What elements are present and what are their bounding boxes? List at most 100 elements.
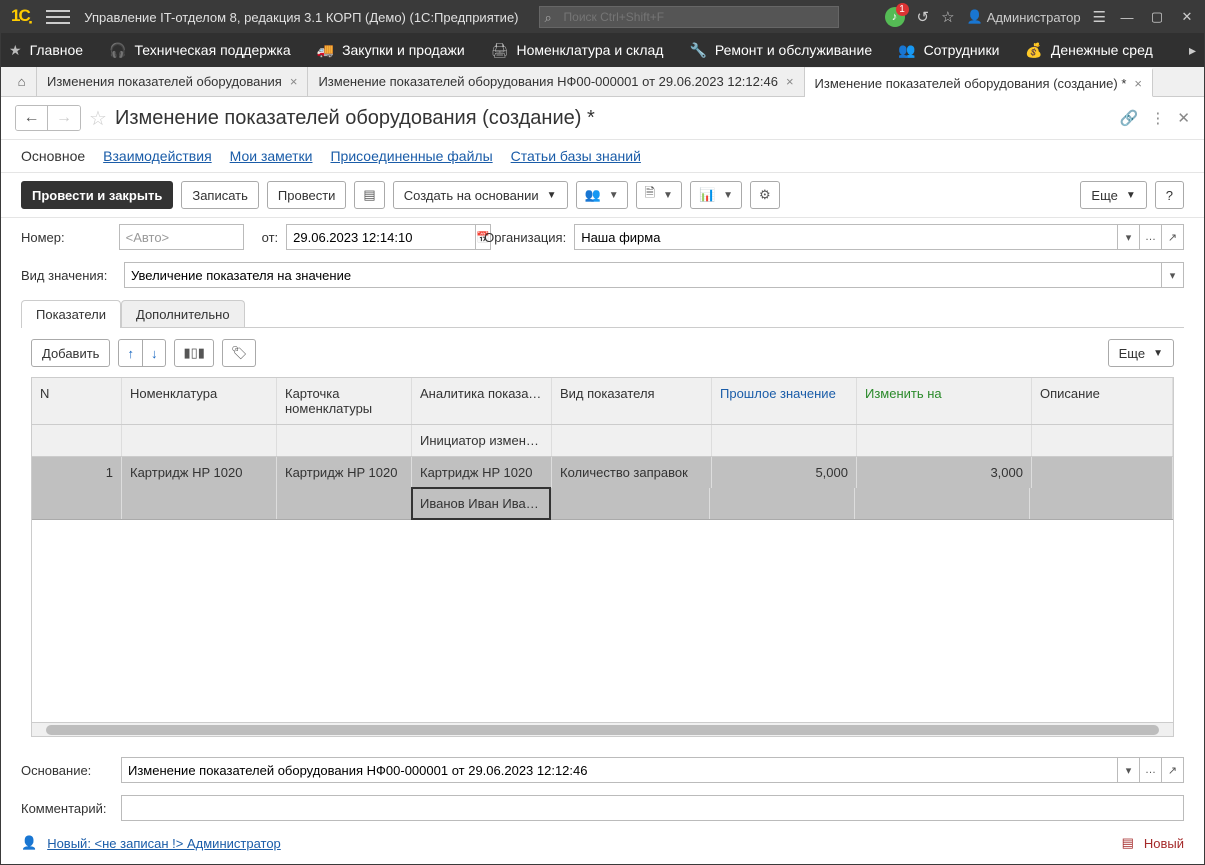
date-input[interactable] bbox=[286, 224, 476, 250]
more-menu-button[interactable]: Еще▼ bbox=[1080, 181, 1146, 209]
menu-sales[interactable]: 🚚Закупки и продажи bbox=[317, 42, 465, 59]
tab-2[interactable]: Изменение показателей оборудования НФ00-… bbox=[308, 67, 804, 96]
vid-input[interactable] bbox=[124, 262, 1162, 288]
help-button[interactable]: ? bbox=[1155, 181, 1184, 209]
horizontal-scrollbar[interactable] bbox=[32, 722, 1173, 736]
forward-button[interactable]: → bbox=[48, 106, 80, 130]
settings-icon[interactable]: ☰ bbox=[1093, 8, 1106, 26]
hamburger-icon[interactable] bbox=[46, 5, 70, 29]
cell-initiator-selected[interactable]: Иванов Иван Иван… bbox=[411, 487, 551, 520]
button-label: Провести bbox=[278, 188, 336, 203]
move-down-button[interactable]: ↓ bbox=[143, 339, 167, 367]
section-notes[interactable]: Мои заметки bbox=[230, 148, 313, 164]
create-based-on-button[interactable]: Создать на основании▼ bbox=[393, 181, 568, 209]
close-window-button[interactable]: ✕ bbox=[1178, 9, 1196, 25]
th-description[interactable]: Описание bbox=[1032, 378, 1173, 424]
add-row-button[interactable]: Добавить bbox=[31, 339, 110, 367]
inner-tab-extra[interactable]: Дополнительно bbox=[121, 300, 245, 328]
section-interactions[interactable]: Взаимодействия bbox=[103, 148, 212, 164]
table-more-button[interactable]: Еще▼ bbox=[1108, 339, 1174, 367]
cell-card[interactable]: Картридж HP 1020 bbox=[277, 457, 412, 488]
tab-3-active[interactable]: Изменение показателей оборудования (созд… bbox=[805, 68, 1153, 97]
barcode-button[interactable]: ▮▯▮ bbox=[174, 339, 213, 367]
comment-input[interactable] bbox=[121, 795, 1184, 821]
form-row-vid: Вид значения: ▾ bbox=[1, 256, 1204, 294]
lookup-icon[interactable]: … bbox=[1140, 757, 1162, 783]
scrollbar-thumb[interactable] bbox=[46, 725, 1159, 735]
print-icon-button[interactable]: 🗎▼ bbox=[636, 181, 682, 209]
more-icon[interactable]: ⋮ bbox=[1150, 109, 1165, 127]
th-indicator-type[interactable]: Вид показателя bbox=[552, 378, 712, 424]
home-tab[interactable]: ⌂ bbox=[7, 67, 37, 96]
section-main[interactable]: Основное bbox=[21, 148, 85, 164]
menu-money[interactable]: 💰Денежные сред bbox=[1025, 42, 1152, 59]
menu-more-icon[interactable]: ▸ bbox=[1189, 42, 1196, 59]
inner-tab-indicators[interactable]: Показатели bbox=[21, 300, 121, 328]
document-toolbar: Провести и закрыть Записать Провести ▤ С… bbox=[1, 173, 1204, 218]
menu-staff[interactable]: 👥Сотрудники bbox=[898, 42, 999, 59]
search-input[interactable] bbox=[539, 6, 839, 28]
th-n[interactable]: N bbox=[32, 378, 122, 424]
cell-chg[interactable]: 3,000 bbox=[857, 457, 1032, 488]
cell-n[interactable]: 1 bbox=[32, 457, 122, 488]
number-input[interactable] bbox=[119, 224, 244, 250]
section-kb[interactable]: Статьи базы знаний bbox=[511, 148, 641, 164]
write-button[interactable]: Записать bbox=[181, 181, 259, 209]
maximize-button[interactable]: ▢ bbox=[1148, 9, 1166, 25]
menu-repair[interactable]: 🔧Ремонт и обслуживание bbox=[689, 42, 872, 59]
th-analytics[interactable]: Аналитика показат… bbox=[412, 378, 552, 424]
menu-main[interactable]: ★Главное bbox=[9, 42, 83, 59]
minimize-button[interactable]: — bbox=[1118, 10, 1136, 25]
cell-nom[interactable]: Картридж HP 1020 bbox=[122, 457, 277, 488]
close-doc-icon[interactable]: ✕ bbox=[1177, 109, 1190, 127]
th-initiator[interactable]: Инициатор измене… bbox=[412, 425, 552, 456]
post-button[interactable]: Провести bbox=[267, 181, 347, 209]
basis-input[interactable] bbox=[121, 757, 1118, 783]
org-input[interactable] bbox=[574, 224, 1118, 250]
move-up-button[interactable]: ↑ bbox=[118, 339, 143, 367]
post-and-close-button[interactable]: Провести и закрыть bbox=[21, 181, 173, 209]
favorite-toggle-icon[interactable]: ☆ bbox=[89, 106, 107, 131]
open-icon[interactable]: ↗ bbox=[1162, 757, 1184, 783]
cell-vid[interactable]: Количество заправок bbox=[552, 457, 712, 488]
th-card[interactable]: Карточка номенклатуры bbox=[277, 378, 412, 424]
close-icon[interactable]: × bbox=[1134, 76, 1142, 91]
menu-stock[interactable]: 🖨Номенклатура и склад bbox=[491, 42, 664, 59]
cell-desc[interactable] bbox=[1032, 457, 1173, 488]
open-icon[interactable]: ↗ bbox=[1162, 224, 1184, 250]
cell-anal[interactable]: Картридж HP 1020 bbox=[412, 457, 552, 488]
th-nomenclature[interactable]: Номенклатура bbox=[122, 378, 277, 424]
global-search[interactable]: ⌕ bbox=[539, 6, 839, 28]
section-files[interactable]: Присоединенные файлы bbox=[330, 148, 492, 164]
chevron-down-icon[interactable]: ▾ bbox=[1118, 224, 1140, 250]
cell-prev[interactable]: 5,000 bbox=[712, 457, 857, 488]
link-icon[interactable]: 🔗 bbox=[1120, 109, 1139, 127]
tag-button[interactable]: 🏷 bbox=[222, 339, 257, 367]
menu-support[interactable]: 🎧Техническая поддержка bbox=[109, 42, 291, 59]
table-body[interactable]: 1 Картридж HP 1020 Картридж HP 1020 Карт… bbox=[32, 457, 1173, 722]
lookup-icon[interactable]: … bbox=[1140, 224, 1162, 250]
tab-1[interactable]: Изменения показателей оборудования × bbox=[37, 67, 308, 96]
structure-icon-button[interactable]: ▤ bbox=[354, 181, 384, 209]
table-row-sub[interactable]: Иванов Иван Иван… bbox=[32, 488, 1173, 520]
back-button[interactable]: ← bbox=[16, 106, 48, 130]
chevron-down-icon[interactable]: ▾ bbox=[1118, 757, 1140, 783]
table-row[interactable]: 1 Картридж HP 1020 Картридж HP 1020 Карт… bbox=[32, 457, 1173, 488]
close-icon[interactable]: × bbox=[290, 74, 298, 89]
th-previous-value[interactable]: Прошлое значение bbox=[712, 378, 857, 424]
favorite-icon[interactable]: ☆ bbox=[941, 8, 954, 26]
th-change-to[interactable]: Изменить на bbox=[857, 378, 1032, 424]
number-label: Номер: bbox=[21, 230, 65, 245]
notification-badge: 1 bbox=[896, 3, 909, 16]
people-icon: 👥 bbox=[898, 42, 915, 59]
status-link[interactable]: Новый: <не записан !> Администратор bbox=[47, 836, 281, 851]
people-icon-button[interactable]: 👥▼ bbox=[576, 181, 628, 209]
close-icon[interactable]: × bbox=[786, 74, 794, 89]
history-icon[interactable]: ↺ bbox=[917, 8, 930, 26]
user-menu[interactable]: 👤 Администратор bbox=[967, 9, 1081, 25]
notification-bell[interactable]: ♪ 1 bbox=[885, 7, 905, 27]
search-icon: ⌕ bbox=[545, 10, 552, 26]
settings-icon-button[interactable]: ⚙ bbox=[750, 181, 780, 209]
chevron-down-icon[interactable]: ▾ bbox=[1162, 262, 1184, 288]
report-icon-button[interactable]: 📊▼ bbox=[690, 181, 742, 209]
